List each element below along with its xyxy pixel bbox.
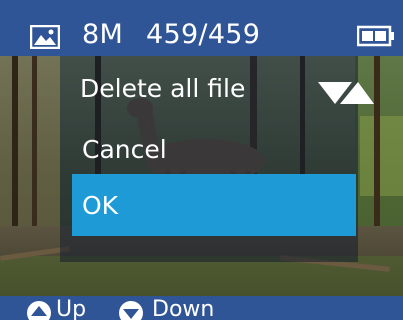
- up-hint-label: Up: [56, 297, 87, 320]
- hint-bar: Up Down: [0, 296, 403, 320]
- circle-down-arrow-icon: [119, 301, 143, 320]
- delete-dialog: Delete all file Cancel OK: [60, 56, 374, 262]
- camera-screen: 8M 459/459 Delete all file Cancel OK Up: [0, 0, 403, 320]
- triangle-down-icon: [318, 82, 374, 104]
- photo-counter: 459/459: [146, 19, 261, 50]
- photo-icon: [30, 25, 60, 49]
- cancel-label: Cancel: [82, 135, 167, 164]
- resolution-label: 8M: [82, 19, 124, 50]
- ok-option[interactable]: OK: [72, 174, 356, 236]
- battery-icon: [357, 25, 394, 47]
- circle-up-arrow-icon: [27, 301, 51, 320]
- down-hint-label: Down: [152, 297, 215, 320]
- dialog-title: Delete all file: [80, 74, 246, 103]
- ok-label: OK: [82, 191, 119, 220]
- cancel-option[interactable]: Cancel: [60, 126, 358, 176]
- status-bar: 8M 459/459: [0, 0, 403, 56]
